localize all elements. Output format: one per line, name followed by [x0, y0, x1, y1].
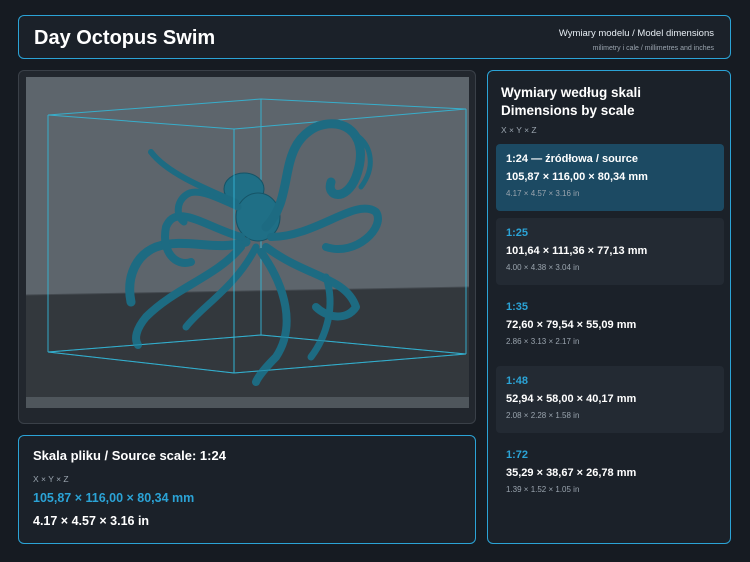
source-scale-title: Skala pliku / Source scale: 1:24: [33, 448, 226, 463]
scale-label: 1:24 — źródłowa / source: [506, 153, 639, 165]
axes-label: X × Y × Z: [33, 474, 69, 484]
source-dimensions-in: 4.17 × 4.57 × 3.16 in: [33, 514, 150, 528]
scales-title: Wymiary według skali Dimensions by scale: [501, 84, 641, 120]
scales-panel: Wymiary według skali Dimensions by scale…: [487, 70, 731, 544]
scale-dimensions-in: 1.39 × 1.52 × 1.05 in: [506, 485, 580, 494]
scale-dimensions-in: 4.17 × 4.57 × 3.16 in: [506, 189, 580, 198]
scale-dimensions-mm: 35,29 × 38,67 × 26,78 mm: [506, 467, 637, 479]
source-scale-panel: Skala pliku / Source scale: 1:24 X × Y ×…: [18, 435, 476, 544]
scales-title-pl: Wymiary według skali: [501, 85, 642, 100]
scale-label: 1:25: [506, 227, 529, 239]
scale-item-1-72[interactable]: 1:72 35,29 × 38,67 × 26,78 mm 1.39 × 1.5…: [496, 440, 724, 507]
octopus-render: [26, 77, 469, 408]
scale-item-1-25[interactable]: 1:25 101,64 × 111,36 × 77,13 mm 4.00 × 4…: [496, 218, 724, 285]
axes-label: X × Y × Z: [501, 125, 537, 135]
scale-item-1-24[interactable]: 1:24 — źródłowa / source 105,87 × 116,00…: [496, 144, 724, 211]
scale-dimensions-mm: 52,94 × 58,00 × 40,17 mm: [506, 393, 637, 405]
scale-label: 1:72: [506, 449, 529, 461]
scale-dimensions-in: 4.00 × 4.38 × 3.04 in: [506, 263, 580, 272]
scale-dimensions-in: 2.86 × 3.13 × 2.17 in: [506, 337, 580, 346]
scale-item-1-35[interactable]: 1:35 72,60 × 79,54 × 55,09 mm 2.86 × 3.1…: [496, 292, 724, 359]
model-viewer: [18, 70, 476, 424]
model-title: Day Octopus Swim: [34, 27, 216, 49]
scale-label: 1:35: [506, 301, 529, 313]
3d-viewport[interactable]: [26, 77, 469, 408]
scale-dimensions-mm: 101,64 × 111,36 × 77,13 mm: [506, 245, 648, 257]
header-dimensions-info: Wymiary modelu / Model dimensions milime…: [559, 28, 714, 52]
units-label: milimetry i cale / millimetres and inche…: [592, 45, 714, 52]
scale-item-1-48[interactable]: 1:48 52,94 × 58,00 × 40,17 mm 2.08 × 2.2…: [496, 366, 724, 433]
source-dimensions-mm: 105,87 × 116,00 × 80,34 mm: [33, 491, 195, 505]
scale-dimensions-mm: 105,87 × 116,00 × 80,34 mm: [506, 171, 648, 183]
header-bar: Day Octopus Swim Wymiary modelu / Model …: [18, 15, 731, 59]
scale-label: 1:48: [506, 375, 529, 387]
scale-dimensions-mm: 72,60 × 79,54 × 55,09 mm: [506, 319, 637, 331]
scales-title-en: Dimensions by scale: [501, 103, 635, 118]
scale-dimensions-in: 2.08 × 2.28 × 1.58 in: [506, 411, 580, 420]
dimensions-label: Wymiary modelu / Model dimensions: [558, 28, 714, 39]
